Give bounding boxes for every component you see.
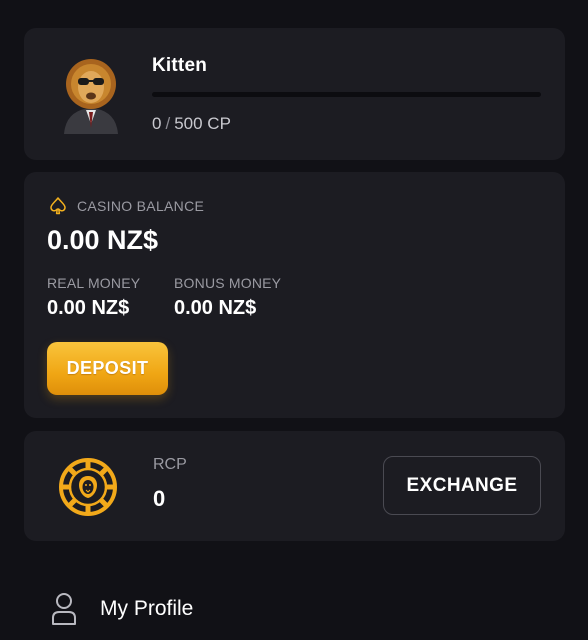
level-progress-bar (152, 92, 541, 97)
user-icon (52, 593, 76, 625)
bonus-money-value: 0.00 NZ$ (174, 297, 257, 319)
rcp-value: 0 (153, 486, 166, 511)
exchange-button[interactable]: EXCHANGE (383, 456, 541, 515)
casino-balance-header: CASINO BALANCE (48, 196, 204, 216)
account-panel: Kitten 0/500 CP CASINO BALANCE 0.00 NZ$ … (0, 0, 588, 640)
casino-balance-card: CASINO BALANCE 0.00 NZ$ REAL MONEY 0.00 … (24, 172, 565, 418)
rcp-label: RCP (153, 456, 187, 473)
casino-balance-amount: 0.00 NZ$ (47, 225, 159, 255)
casino-balance-label: CASINO BALANCE (77, 198, 205, 214)
menu-item-label: My Profile (100, 597, 194, 620)
menu-item-my-profile[interactable]: My Profile (50, 592, 193, 626)
level-name: Kitten (152, 55, 208, 76)
spade-icon (50, 197, 66, 215)
cp-progress-text: 0/500 CP (152, 114, 231, 134)
lion-avatar-icon (64, 59, 118, 134)
bonus-money-label: BONUS MONEY (174, 275, 282, 291)
real-money-label: REAL MONEY (47, 275, 141, 291)
deposit-button[interactable]: DEPOSIT (47, 342, 168, 395)
bonus-money-section: BONUS MONEY 0.00 NZ$ (174, 275, 281, 320)
real-money-value: 0.00 NZ$ (47, 297, 130, 319)
casino-chip-icon (59, 458, 117, 516)
cp-separator: / (165, 114, 171, 133)
rcp-card: RCP 0 EXCHANGE (24, 431, 565, 541)
real-money-section: REAL MONEY 0.00 NZ$ (47, 275, 140, 320)
level-card: Kitten 0/500 CP (24, 28, 565, 160)
cp-target: 500 CP (174, 114, 231, 133)
